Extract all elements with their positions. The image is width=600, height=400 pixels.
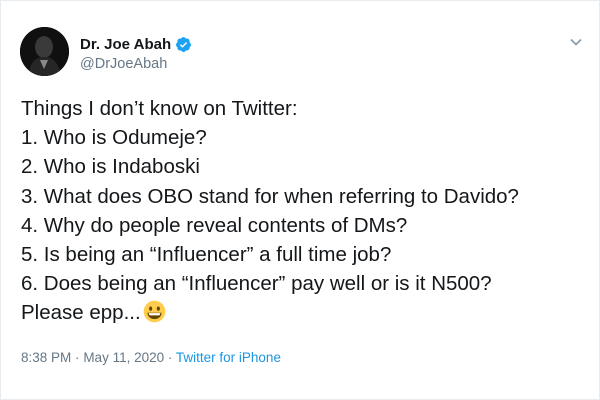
author-name-text: Dr. Joe Abah	[80, 36, 172, 53]
grinning-face-emoji	[143, 301, 166, 323]
meta-separator: ·	[75, 350, 80, 365]
tweet-time[interactable]: 8:38 PM	[21, 350, 71, 365]
author-avatar[interactable]	[20, 27, 69, 76]
tweet-line: 1. Who is Odumeje?	[21, 126, 207, 150]
meta-separator: ·	[167, 350, 173, 365]
tweet-source-link[interactable]: Twitter for iPhone	[176, 350, 281, 365]
tweet-line: Things I don’t know on Twitter:	[21, 97, 298, 120]
tweet-meta: 8:38 PM · May 11, 2020 · Twitter for iPh…	[21, 350, 281, 365]
avatar-image	[20, 27, 69, 76]
author-name[interactable]: Dr. Joe Abah	[80, 36, 192, 53]
tweet-line: 3. What does OBO stand for when referrin…	[21, 184, 519, 208]
tweet-line: 4. Why do people reveal contents of DMs?	[21, 213, 408, 237]
tweet-card: Dr. Joe Abah @DrJoeAbah Things I don’t k…	[0, 0, 600, 400]
tweet-line: 6. Does being an “Influencer” pay well o…	[21, 272, 492, 296]
verified-badge-icon	[176, 37, 192, 52]
tweet-text: Things I don’t know on Twitter: 1. Who i…	[21, 94, 591, 328]
tweet-line: 2. Who is Indaboski	[21, 155, 200, 179]
author-handle[interactable]: @DrJoeAbah	[80, 56, 167, 72]
tweet-line-last: Please epp...	[21, 298, 591, 327]
tweet-line-text: Please epp...	[21, 301, 141, 325]
chevron-down-icon[interactable]	[569, 35, 583, 49]
tweet-date[interactable]: May 11, 2020	[83, 350, 164, 365]
tweet-line: 5. Is being an “Influencer” a full time …	[21, 243, 392, 267]
